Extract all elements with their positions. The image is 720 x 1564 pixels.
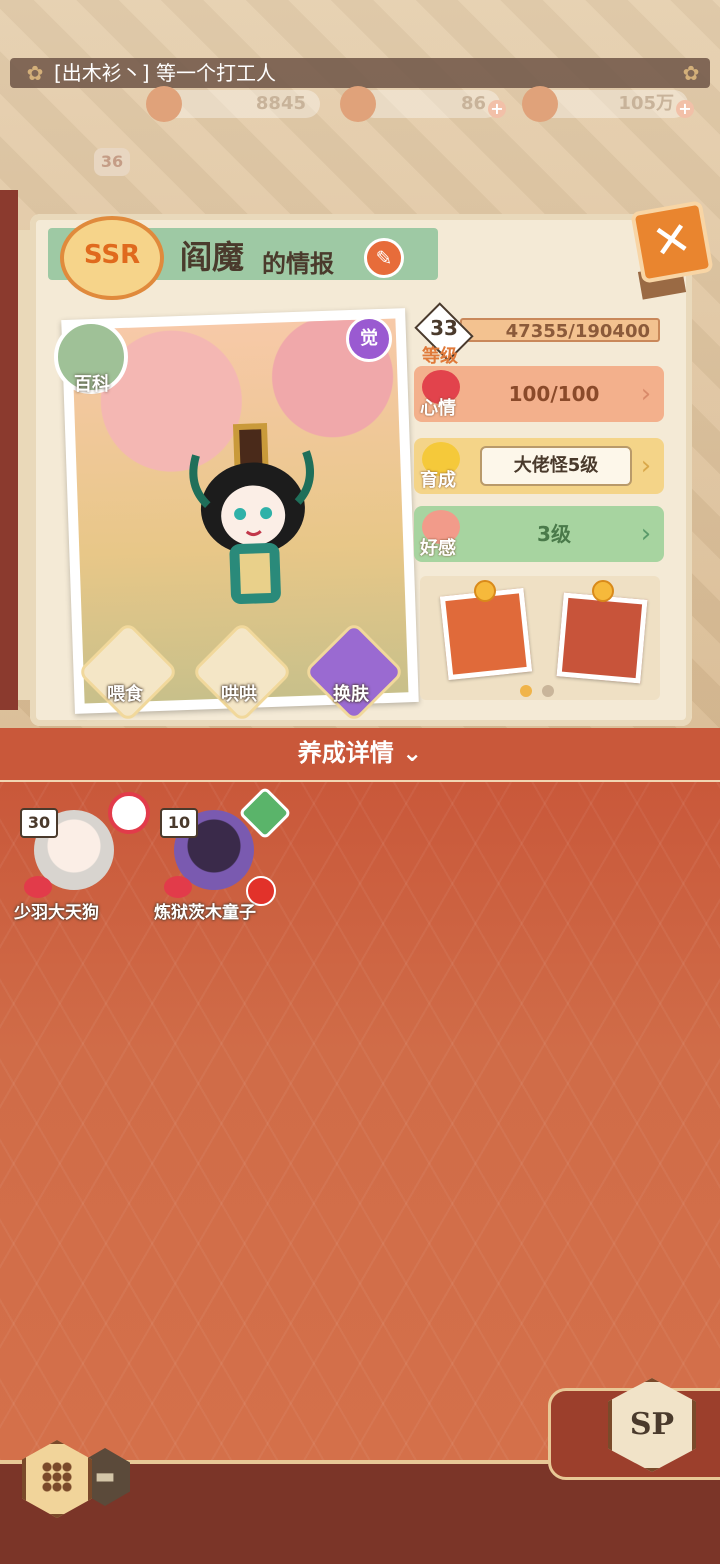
shikigami-name: 炼狱茨木童子 <box>154 903 256 923</box>
edit-icon[interactable]: ✎ <box>364 238 404 278</box>
growth-row[interactable]: 育成 大佬怪5级 › <box>414 438 664 494</box>
affection-row[interactable]: 好感 3级 › <box>414 506 664 562</box>
pin-icon <box>592 580 614 602</box>
flower-icon: ✿ <box>682 61 700 85</box>
resource-value: 8845 <box>255 93 306 114</box>
add-coins-icon[interactable]: + <box>676 100 694 118</box>
target-icon <box>108 792 150 834</box>
growth-value: 大佬怪5级 <box>480 446 632 486</box>
double-chevron-down-icon: ⌄ <box>402 739 423 767</box>
rarity-badge: SSR <box>60 216 164 300</box>
gouyu-icon <box>146 86 182 122</box>
mood-row[interactable]: 心情 100/100 › <box>414 366 664 422</box>
feed-label: 喂食 <box>107 684 143 705</box>
book-page-edge <box>18 230 30 700</box>
gift-photo[interactable] <box>556 592 648 684</box>
character-figure <box>189 423 314 605</box>
chevron-right-icon: › <box>640 519 652 549</box>
affection-value: 3级 <box>537 522 571 546</box>
add-stamina-icon[interactable]: + <box>488 100 506 118</box>
resource-gouyu: 8845 <box>146 86 320 122</box>
mood-label: 心情 <box>420 398 456 419</box>
exp-bar: 47355/190400 <box>460 318 660 342</box>
mood-value: 100/100 <box>508 382 600 406</box>
affection-label: 好感 <box>420 538 456 559</box>
player-name-bar: ✿ [出木衫丶] 等一个打工人 ✿ <box>10 58 710 88</box>
book-spine <box>0 190 18 710</box>
awaken-badge: 觉 <box>346 316 392 362</box>
resource-coins[interactable]: 105万 + <box>522 86 694 122</box>
shikigami-level: 30 <box>20 808 58 838</box>
gift-photos <box>420 576 660 700</box>
grid-icon <box>42 1462 72 1492</box>
heart-icon <box>24 876 52 898</box>
heart-icon <box>164 876 192 898</box>
resource-value: 86 <box>460 93 486 114</box>
shikigami-level: 10 <box>160 808 198 838</box>
resource-value: 105万 <box>618 93 674 114</box>
resource-stamina[interactable]: 86 + <box>340 86 506 122</box>
level-label: 等级 <box>422 346 458 367</box>
player-name: [出木衫丶] 等一个打工人 <box>54 61 276 85</box>
chevron-right-icon: › <box>640 379 652 409</box>
detail-toggle[interactable]: 养成详情 ⌄ <box>0 728 720 778</box>
flower-icon: ✿ <box>26 61 44 85</box>
shikigami-name: 少羽大天狗 <box>14 903 99 923</box>
encyclopedia-label: 百科 <box>74 374 110 395</box>
page-dot-active <box>520 685 532 697</box>
pin-icon <box>474 580 496 602</box>
level-value: 33 <box>430 316 458 340</box>
shikigami-item[interactable]: 10 炼狱茨木童子 <box>154 786 292 923</box>
shikigami-item[interactable]: 30 少羽大天狗 <box>14 792 150 923</box>
change-skin-label: 换肤 <box>333 684 369 705</box>
close-button[interactable]: ✕ <box>630 200 714 284</box>
coin-icon <box>522 86 558 122</box>
player-level-badge: 36 <box>94 148 130 176</box>
stamina-icon <box>340 86 376 122</box>
panel-title: 阎魔 <box>180 238 245 276</box>
growth-label: 育成 <box>420 470 456 491</box>
panel-title-suffix: 的情报 <box>262 250 334 278</box>
coax-label: 哄哄 <box>221 684 257 705</box>
detail-label: 养成详情 <box>297 739 394 767</box>
page-dot <box>542 685 554 697</box>
chevron-right-icon: › <box>640 451 652 481</box>
